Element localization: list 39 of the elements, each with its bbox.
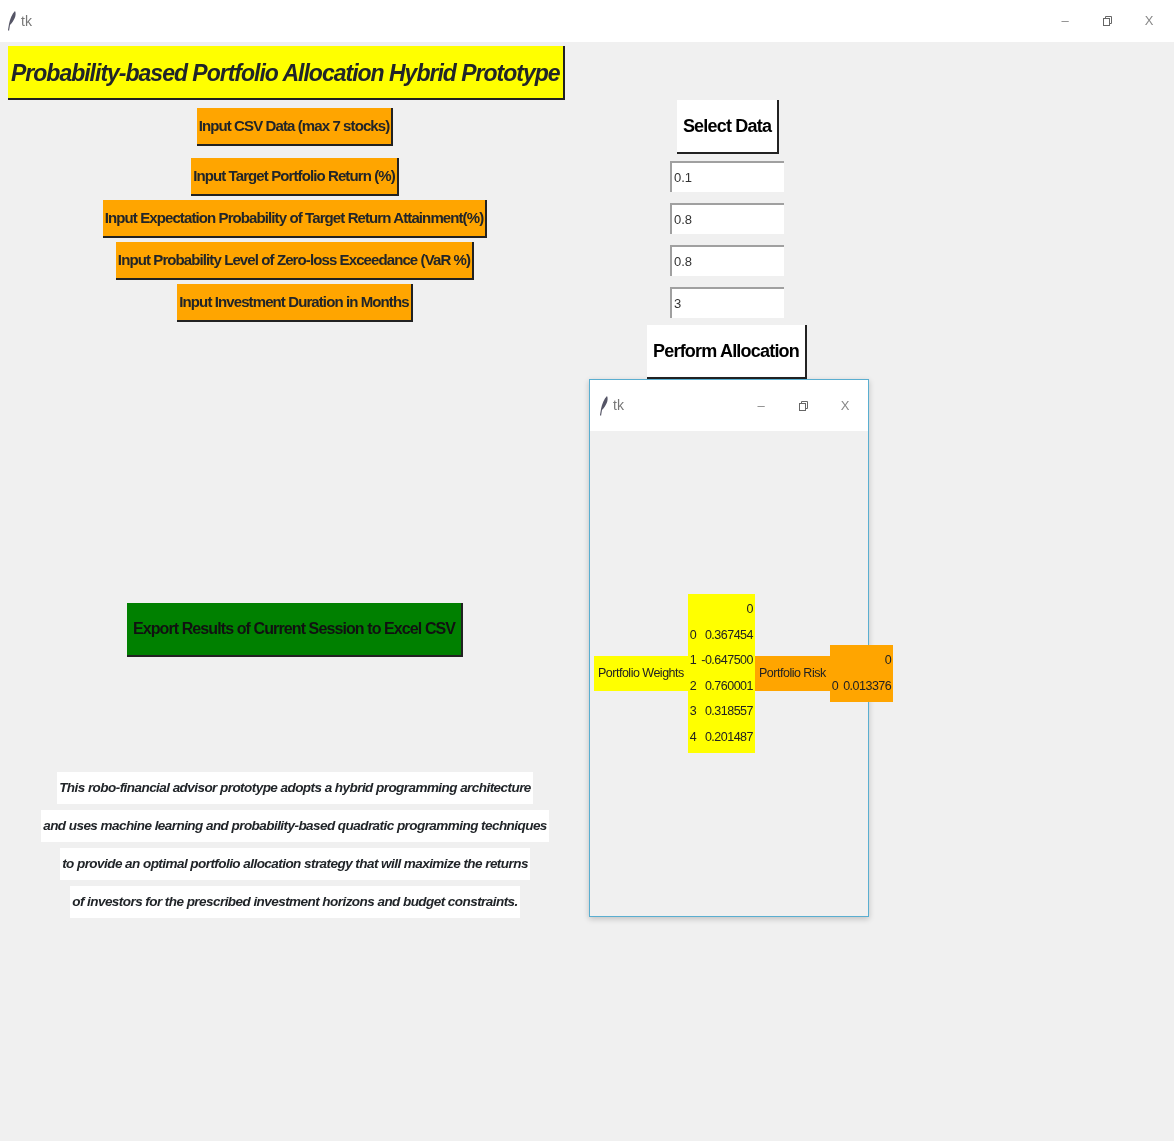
input-field[interactable]: 3: [670, 287, 784, 318]
window-title: tk: [613, 396, 624, 415]
row-index: 4: [689, 728, 697, 746]
row-index: 0: [689, 626, 697, 644]
table-cell-text: 0.318557: [703, 703, 754, 720]
risk-label: Portfolio Risk: [755, 656, 830, 691]
input-field[interactable]: 0.1: [670, 161, 784, 192]
table-cell-text: 0.013376: [843, 677, 892, 695]
weights-label: Portfolio Weights: [594, 656, 688, 691]
row-index: 3: [689, 703, 697, 720]
export-button[interactable]: Export Results of Current Session to Excel CSV: [126, 603, 464, 657]
maximize-icon[interactable]: [1102, 16, 1112, 26]
feather-icon: [8, 11, 17, 31]
row-index: 1: [689, 652, 697, 669]
field-label: Input Probability Level of Zero-loss Exceedance (VaR %): [115, 242, 475, 280]
window-title: tk: [21, 11, 32, 31]
field-label: Input CSV Data (max 7 stocks): [196, 108, 394, 146]
minimize-button[interactable]: –: [1044, 11, 1086, 31]
close-button[interactable]: X: [824, 395, 866, 416]
input-field[interactable]: 0.8: [670, 245, 784, 276]
table-cell-text: 0.201487: [703, 728, 754, 746]
field-label: Input Target Portfolio Return (%): [191, 158, 399, 196]
minimize-button[interactable]: –: [740, 395, 782, 416]
row-index: 2: [689, 677, 697, 695]
table-cell-text: 0.367454: [703, 626, 754, 644]
feather-icon: [600, 395, 609, 416]
table-cell-text: 0.760001: [703, 677, 754, 695]
select-data-button[interactable]: Select Data: [676, 100, 780, 154]
perform-allocation-button[interactable]: Perform Allocation: [647, 325, 807, 379]
maximize-icon[interactable]: [798, 400, 808, 411]
table-cell-text: -0.647500: [701, 652, 754, 669]
table-header: 0: [883, 652, 892, 669]
close-button[interactable]: X: [1128, 11, 1170, 31]
input-field[interactable]: 0.8: [670, 203, 784, 234]
app-title: Probability-based Portfolio Allocation Hybrid Prototype: [8, 46, 565, 100]
field-label: Input Investment Duration in Months: [177, 284, 413, 322]
table-header: 0: [745, 601, 754, 618]
field-label: Input Expectation Probability of Target Return Attainment(%): [102, 200, 488, 238]
row-index: 0: [831, 677, 839, 695]
